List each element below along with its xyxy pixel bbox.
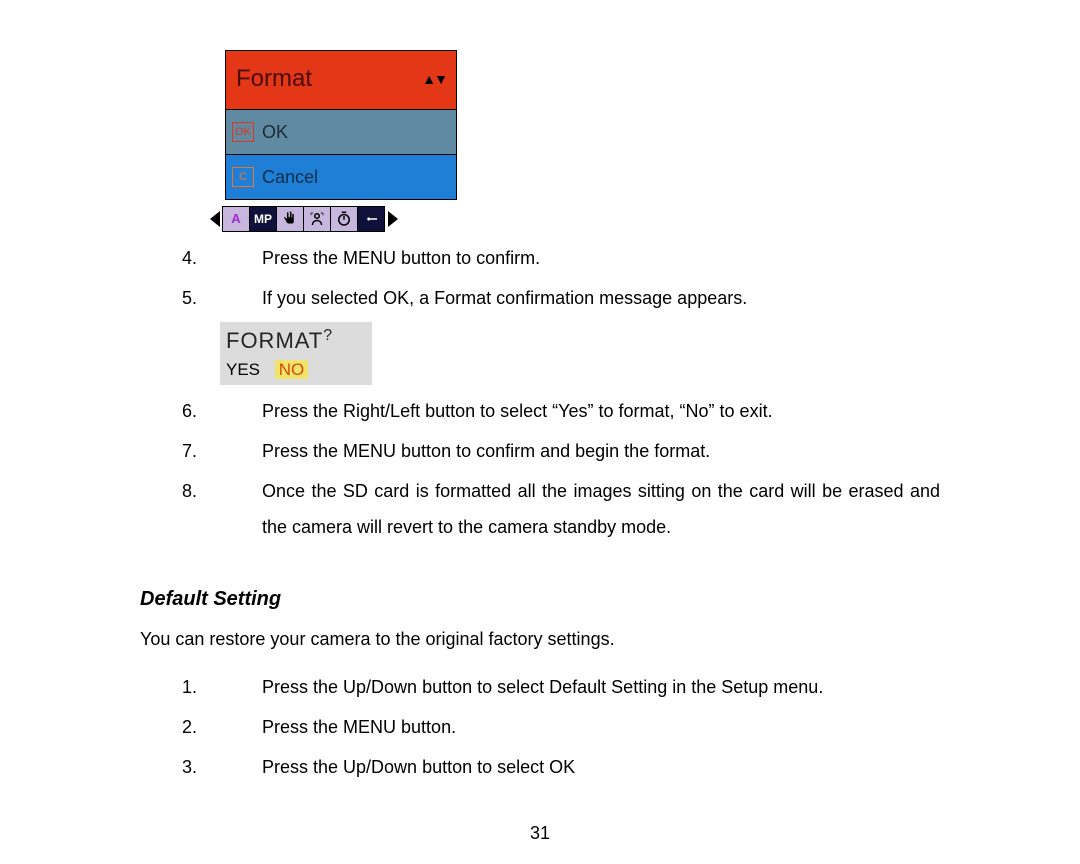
menu-header: Format ▲▼ [226, 51, 456, 109]
text-mode-icon: A [222, 206, 250, 232]
page-number: 31 [0, 823, 1080, 844]
confirm-title: FORMAT? [226, 324, 366, 357]
format-menu-screenshot: Format ▲▼ OK OK C Cancel [225, 50, 457, 200]
cancel-key-icon: C [232, 167, 254, 187]
default-step-2: 2. Press the MENU button. [140, 709, 940, 745]
section-intro: You can restore your camera to the origi… [140, 621, 940, 657]
step-8: 8. Once the SD card is formatted all the… [140, 473, 940, 545]
left-arrow-icon [210, 211, 220, 227]
steps-list-a: 4. Press the MENU button to confirm. 5. … [140, 240, 940, 316]
step-4: 4. Press the MENU button to confirm. [140, 240, 940, 276]
steps-list-b: 6. Press the Right/Left button to select… [140, 393, 940, 545]
ok-label: OK [262, 114, 288, 150]
step-5: 5. If you selected OK, a Format confirma… [140, 280, 940, 316]
steps-list-default: 1. Press the Up/Down button to select De… [140, 669, 940, 785]
menu-title: Format [236, 55, 312, 103]
step-6: 6. Press the Right/Left button to select… [140, 393, 940, 429]
right-arrow-icon [388, 211, 398, 227]
menu-item-cancel: C Cancel [226, 154, 456, 199]
mp-mode-icon: MP [249, 206, 277, 232]
confirm-options: YES NO [226, 357, 366, 383]
menu-item-ok: OK OK [226, 109, 456, 154]
format-confirm-screenshot: FORMAT? YES NO [220, 322, 372, 385]
up-down-icon: ▲▼ [422, 65, 446, 93]
setup-icon [357, 206, 385, 232]
manual-page: Format ▲▼ OK OK C Cancel A MP [0, 0, 1080, 785]
default-step-3: 3. Press the Up/Down button to select OK [140, 749, 940, 785]
confirm-yes: YES [226, 360, 260, 379]
hand-icon [276, 206, 304, 232]
confirm-no: NO [275, 360, 309, 379]
default-step-1: 1. Press the Up/Down button to select De… [140, 669, 940, 705]
step-7: 7. Press the MENU button to confirm and … [140, 433, 940, 469]
cancel-label: Cancel [262, 159, 318, 195]
portrait-icon [303, 206, 331, 232]
mode-icon-strip: A MP [210, 206, 940, 232]
ok-key-icon: OK [232, 122, 254, 142]
timer-icon [330, 206, 358, 232]
section-heading-default-setting: Default Setting [140, 579, 940, 619]
